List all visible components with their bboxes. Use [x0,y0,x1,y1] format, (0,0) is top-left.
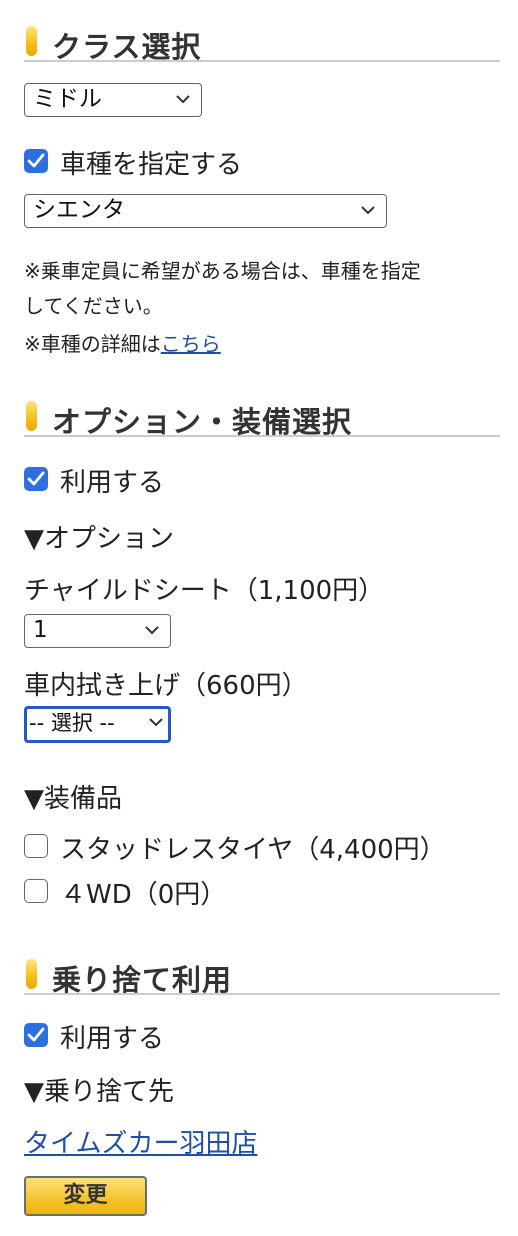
chevron-down-icon [145,626,159,635]
class-section-header: クラス選択 [24,22,500,64]
interior-wipe-select[interactable]: -- 選択 -- [24,706,171,743]
section-marker-icon [26,401,37,431]
child-seat-value: 1 [33,617,48,643]
studless-checkbox[interactable] [24,834,48,858]
model-detail-note: ※車種の詳細はこちら [24,328,221,357]
section-marker-icon [26,26,37,56]
option-use-checkbox[interactable] [24,467,48,491]
checkmark-icon [27,471,45,486]
chevron-down-icon [176,95,190,104]
model-select-value: シエンタ [33,197,125,223]
model-note-line1: ※乗車定員に希望がある場合は、車種を指定 [24,259,421,283]
dropoff-destination-heading: ▼乗り捨て先 [24,1077,174,1107]
class-select[interactable]: ミドル [24,83,202,117]
model-detail-prefix: ※車種の詳細は [24,332,161,356]
model-select[interactable]: シエンタ [24,194,387,228]
specify-model-label: 車種を指定する [60,150,243,180]
change-button[interactable]: 変更 [24,1176,147,1216]
class-section-title: クラス選択 [52,30,202,64]
option-section-header: オプション・装備選択 [24,397,500,439]
options-heading: ▼オプション [24,524,174,554]
option-use-label: 利用する [60,468,165,498]
chevron-down-icon [149,718,163,727]
specify-model-checkbox[interactable] [24,149,48,173]
interior-wipe-value: -- 選択 -- [29,711,115,735]
chevron-down-icon [361,206,375,215]
dropoff-section-header: 乗り捨て利用 [24,955,500,997]
equipment-heading: ▼装備品 [24,784,122,814]
class-select-value: ミドル [33,86,102,112]
studless-label: スタッドレスタイヤ（4,400円） [60,835,446,865]
child-seat-select[interactable]: 1 [24,614,171,648]
dropoff-section-title: 乗り捨て利用 [52,963,233,997]
model-detail-link[interactable]: こちら [161,332,221,356]
checkmark-icon [27,153,45,168]
checkmark-icon [27,1027,45,1042]
interior-wipe-label: 車内拭き上げ（660円） [24,671,308,701]
dropoff-destination-link[interactable]: タイムズカー羽田店 [24,1123,257,1160]
option-section-title: オプション・装備選択 [52,405,353,439]
dropoff-use-label: 利用する [60,1024,165,1054]
model-note-line2: してください。 [24,294,163,318]
dropoff-use-checkbox[interactable] [24,1023,48,1047]
fourwd-label: ４WD（0円） [60,880,227,910]
child-seat-label: チャイルドシート（1,100円） [24,576,385,606]
fourwd-checkbox[interactable] [24,879,48,903]
section-marker-icon [26,959,37,989]
